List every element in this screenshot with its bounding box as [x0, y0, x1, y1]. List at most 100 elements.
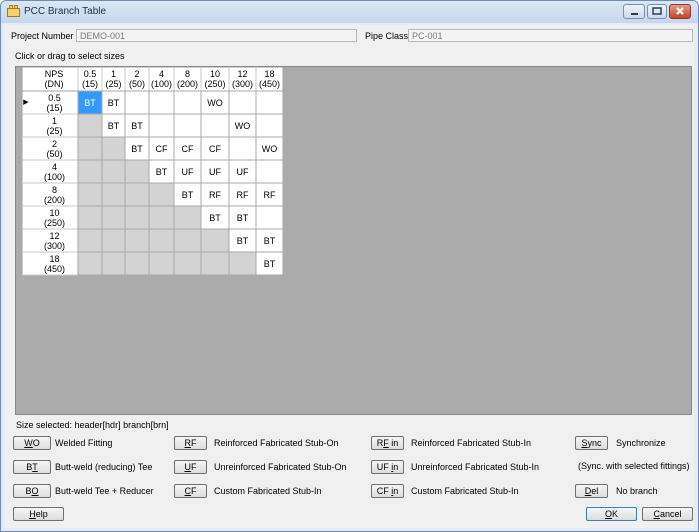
- minimize-button[interactable]: [623, 4, 645, 19]
- table-cell[interactable]: [255, 205, 284, 230]
- column-header-nps: 4: [159, 69, 164, 79]
- row-header-nps: 1: [52, 116, 57, 126]
- table-cell[interactable]: [124, 228, 150, 253]
- branch-table[interactable]: NPS(DN)0.5(15)1(25)2(50)4(100)8(200)10(2…: [16, 67, 691, 414]
- table-cell[interactable]: [173, 90, 202, 115]
- legend-cf-description: Custom Fabricated Stub-In: [214, 486, 322, 496]
- table-cell[interactable]: [173, 113, 202, 138]
- column-header-nps: 8: [185, 69, 190, 79]
- table-cell[interactable]: [148, 251, 175, 276]
- legend-uf-button[interactable]: UF: [174, 460, 207, 474]
- column-header-nps: 2: [134, 69, 139, 79]
- row-header-nps: 10: [49, 208, 59, 218]
- ok-button[interactable]: OK: [586, 507, 637, 521]
- table-cell-value: BT: [237, 236, 249, 246]
- legend-uf-description: Unreinforced Fabricated Stub-On: [214, 462, 347, 472]
- table-cell[interactable]: [77, 113, 103, 138]
- app-icon: [7, 5, 20, 17]
- title-bar: PCC Branch Table: [1, 1, 698, 23]
- table-cell-value: BT: [84, 98, 96, 108]
- table-cell-value: BT: [237, 213, 249, 223]
- legend-del-description: No branch: [616, 486, 658, 496]
- table-cell[interactable]: [77, 136, 103, 161]
- table-cell[interactable]: [124, 251, 150, 276]
- table-cell-value: BT: [156, 167, 168, 177]
- table-cell[interactable]: [124, 90, 150, 115]
- current-row-marker-icon: ▶: [23, 99, 29, 106]
- table-cell[interactable]: [228, 251, 257, 276]
- table-cell[interactable]: [77, 159, 103, 184]
- table-cell[interactable]: [228, 90, 257, 115]
- legend-del-button[interactable]: Del: [575, 484, 608, 498]
- legend-rf-in-description: Reinforced Fabricated Stub-In: [411, 438, 532, 448]
- legend-cf-button[interactable]: CF: [174, 484, 207, 498]
- maximize-button[interactable]: [647, 4, 667, 19]
- table-cell[interactable]: [148, 205, 175, 230]
- table-cell[interactable]: [77, 251, 103, 276]
- table-cell[interactable]: [124, 182, 150, 207]
- row-header-nps: 18: [49, 254, 59, 264]
- table-cell[interactable]: [77, 228, 103, 253]
- grid-hint: Click or drag to select sizes: [15, 51, 125, 61]
- table-cell[interactable]: [101, 159, 126, 184]
- legend-sync-button[interactable]: Sync: [575, 436, 608, 450]
- close-button[interactable]: [669, 4, 691, 19]
- table-cell-value: WO: [262, 144, 278, 154]
- table-cell[interactable]: [101, 228, 126, 253]
- legend-rf-button[interactable]: RF: [174, 436, 207, 450]
- corner-nps-label: NPS: [45, 69, 64, 79]
- legend-rf-in-button[interactable]: RF in: [371, 436, 404, 450]
- table-cell[interactable]: [255, 90, 284, 115]
- legend-uf-in-button[interactable]: UF in: [371, 460, 404, 474]
- table-cell[interactable]: [148, 90, 175, 115]
- column-header-nps: 12: [237, 69, 247, 79]
- table-cell[interactable]: [173, 205, 202, 230]
- table-cell[interactable]: [148, 182, 175, 207]
- table-cell[interactable]: [124, 205, 150, 230]
- cancel-button[interactable]: Cancel: [642, 507, 693, 521]
- row-header-dn: (200): [44, 195, 65, 205]
- size-selected-text: Size selected: header[hdr] branch[brn]: [16, 420, 169, 430]
- table-cell[interactable]: [255, 159, 284, 184]
- column-header-nps: 18: [264, 69, 274, 79]
- legend-cf-in-button[interactable]: CF in: [371, 484, 404, 498]
- row-header-nps: 0.5: [48, 93, 61, 103]
- table-cell[interactable]: [77, 205, 103, 230]
- table-cell[interactable]: [101, 136, 126, 161]
- column-header-dn: (50): [129, 79, 145, 89]
- row-header-dn: (300): [44, 241, 65, 251]
- table-cell[interactable]: [255, 113, 284, 138]
- window-title: PCC Branch Table: [24, 6, 107, 17]
- branch-table-grid[interactable]: NPS (DN) 0.5 (15) 1 (25) 2 (50) 4 (100) 8 (200) 10 (2…: [15, 66, 692, 415]
- project-number-field[interactable]: DEMO-001: [76, 29, 357, 42]
- row-header-nps: 4: [52, 162, 57, 172]
- table-cell-value: RF: [209, 190, 221, 200]
- table-cell[interactable]: [148, 228, 175, 253]
- row-header-dn: (450): [44, 264, 65, 274]
- table-cell[interactable]: [228, 136, 257, 161]
- table-cell-value: CF: [209, 144, 221, 154]
- table-cell-value: WO: [207, 98, 223, 108]
- table-cell-value: UF: [237, 167, 249, 177]
- pipe-class-field[interactable]: PC-001: [408, 29, 693, 42]
- column-header-dn: (15): [82, 79, 98, 89]
- table-cell[interactable]: [200, 251, 230, 276]
- table-cell[interactable]: [200, 228, 230, 253]
- table-cell[interactable]: [77, 182, 103, 207]
- table-cell[interactable]: [173, 251, 202, 276]
- table-cell[interactable]: [124, 159, 150, 184]
- legend-bo-description: Butt-weld Tee + Reducer: [55, 486, 154, 496]
- help-button[interactable]: Help: [13, 507, 64, 521]
- legend-bo-button[interactable]: BO: [13, 484, 51, 498]
- minimize-icon: [631, 13, 638, 15]
- legend-wo-button[interactable]: WO: [13, 436, 51, 450]
- table-cell[interactable]: [101, 251, 126, 276]
- legend-bt-button[interactable]: BT: [13, 460, 51, 474]
- table-cell[interactable]: [101, 205, 126, 230]
- table-cell[interactable]: [173, 228, 202, 253]
- column-header-dn: (200): [177, 79, 198, 89]
- table-cell[interactable]: [148, 113, 175, 138]
- table-cell[interactable]: [101, 182, 126, 207]
- table-cell-value: BT: [131, 144, 143, 154]
- table-cell[interactable]: [200, 113, 230, 138]
